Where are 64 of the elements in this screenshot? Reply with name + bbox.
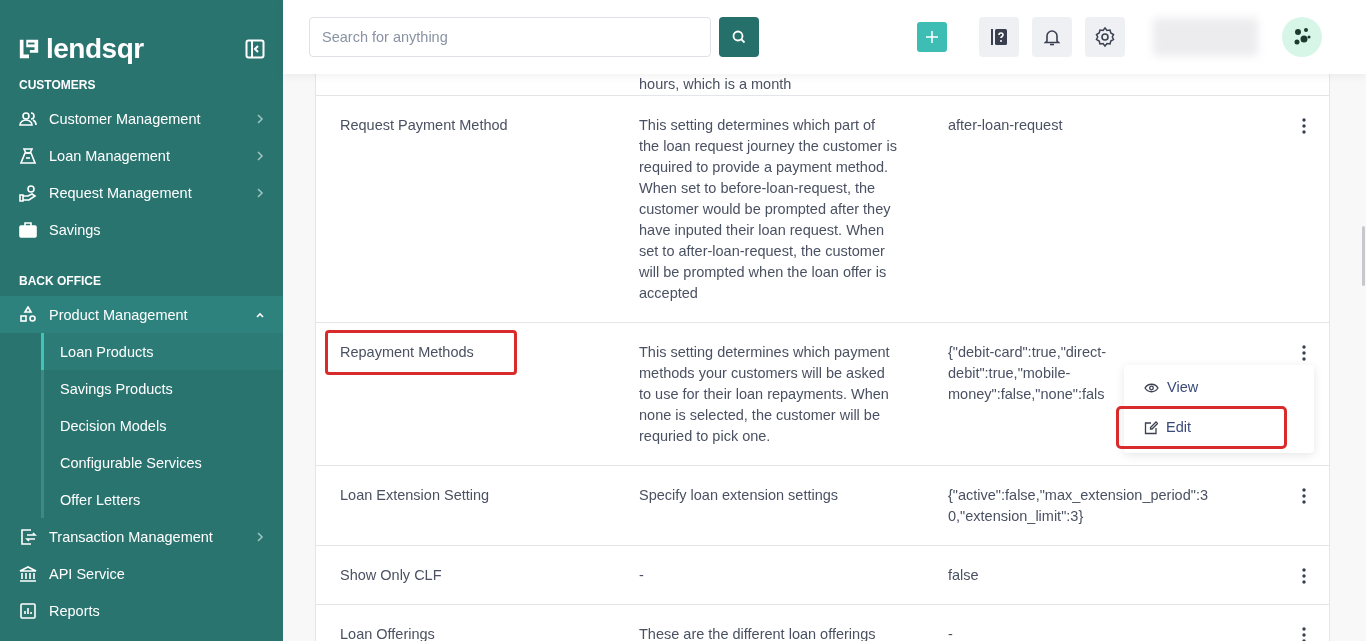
more-options-icon[interactable]: [1302, 118, 1306, 134]
more-options-icon[interactable]: [1302, 488, 1306, 504]
nav-item[interactable]: API Service: [0, 555, 283, 592]
search-icon: [731, 29, 747, 45]
table-cell-text: {"active":false,"max_extension_period":30,"extension_limit":3}: [948, 486, 1209, 526]
table-cell-text: Request Payment Method: [340, 116, 508, 135]
table-cell: Repayment Methods: [325, 330, 517, 375]
table-cell-text: false: [948, 566, 980, 585]
nav-subitem[interactable]: Loan Products: [41, 333, 283, 370]
table-cell-text: {"debit-card":true,"direct-debit":true,"mobile-money":false,"none":fals: [948, 343, 1108, 404]
table-cell-text: Show Only CLF: [340, 566, 442, 585]
menu-item[interactable]: Edit: [1116, 406, 1287, 449]
search-field[interactable]: Search for anything: [309, 17, 711, 57]
settings-button[interactable]: [1085, 17, 1125, 57]
nav-item[interactable]: Savings: [0, 211, 283, 248]
avatar[interactable]: [1282, 17, 1322, 57]
chevron-icon: [256, 531, 264, 542]
nav-item[interactable]: Product Management: [0, 296, 283, 333]
chevron-icon: [256, 150, 264, 161]
settings-icon: [1094, 26, 1116, 48]
table-cell-text: -: [639, 566, 645, 585]
bell-icon: [1042, 27, 1062, 47]
plus-icon: [925, 30, 939, 44]
chevron-icon: [256, 113, 264, 124]
logo-icon: [18, 38, 40, 60]
table-cell-text: Specify loan extension settings: [639, 486, 840, 505]
nav-item[interactable]: Loan Management: [0, 137, 283, 174]
section-heading: CUSTOMERS: [18, 78, 97, 94]
transfer-icon: [19, 527, 37, 546]
help-button[interactable]: [979, 17, 1019, 57]
more-options-icon[interactable]: [1302, 627, 1306, 641]
edit-icon: [1144, 420, 1158, 435]
briefcase-icon: [19, 220, 37, 239]
table-cell: hours, which is a month: [639, 76, 792, 92]
search-button[interactable]: [719, 17, 759, 57]
nav-subitem[interactable]: Savings Products: [41, 370, 283, 407]
more-options-icon[interactable]: [1302, 568, 1306, 584]
table-cell-text: -: [948, 625, 954, 641]
nav-item[interactable]: Reports: [0, 592, 283, 629]
nav-item[interactable]: Request Management: [0, 174, 283, 211]
table-cell-text: Loan Extension Setting: [340, 486, 490, 505]
more-options-icon[interactable]: [1302, 345, 1306, 361]
shapes-icon: [19, 305, 37, 324]
nav-subitem[interactable]: Configurable Services: [41, 444, 283, 481]
nav-subitem[interactable]: Decision Models: [41, 407, 283, 444]
table-cell-text: This setting determines which part of the loan request journey the customer is required to provide a payment method. When set to before-loan-request, the customer would be prompted after they have inputed their loan request. When set to after-loan-request, the customer will be prompted when the loan offer is accepted: [639, 116, 898, 303]
eye-icon: [1144, 382, 1159, 393]
collapse-sidebar-icon[interactable]: [245, 39, 265, 59]
chevron-icon: [256, 187, 264, 198]
hand-icon: [19, 183, 37, 202]
table-cell-text: This setting determines which payment methods your customers will be asked to use for their loan repayments. When none is selected, the customer will be requried to pick one.: [639, 343, 891, 446]
table-cell-text: after-loan-request: [948, 116, 1064, 135]
bank-icon: [19, 564, 37, 583]
nav-item[interactable]: Customer Management: [0, 100, 283, 137]
chart-icon: [19, 601, 37, 620]
users-icon: [19, 109, 37, 128]
menu-item[interactable]: View: [1124, 369, 1314, 406]
brand-name: lendsqr: [46, 33, 144, 65]
help-book-icon: [989, 27, 1009, 47]
nav-subitem[interactable]: Offer Letters: [41, 481, 283, 518]
section-heading: BACK OFFICE: [18, 274, 102, 290]
notifications-button[interactable]: [1032, 17, 1072, 57]
scrollbar-thumb[interactable]: [1362, 226, 1365, 286]
nav-item[interactable]: Transaction Management: [0, 518, 283, 555]
